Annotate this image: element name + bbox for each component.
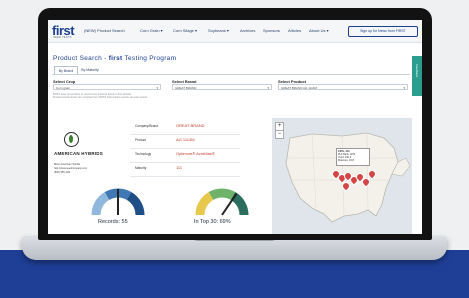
crop-select[interactable]: Corn grain ▾ (53, 84, 161, 90)
gauge-segment (91, 192, 110, 216)
gauge-segment (230, 192, 249, 216)
detail-value: GREAT BRAND (176, 123, 205, 128)
popup-moisture: Moisture: 19.8 (338, 159, 354, 162)
nav-corn-grain[interactable]: Corn Grain ▾ (140, 28, 163, 33)
gauge-segment (208, 188, 236, 201)
records-gauge (91, 188, 145, 216)
nav-archives[interactable]: Archives (240, 28, 255, 33)
zoom-out-button[interactable]: − (275, 130, 284, 139)
location-popup: Cliffs, OH Plot Rank: 9/22 Yield: 240.3 … (336, 148, 370, 166)
detail-row-brand: Company/Brand GREAT BRAND (130, 120, 240, 135)
crop-select-value: Corn grain (56, 86, 71, 90)
detail-row-product: Product AG 1114M (130, 134, 240, 149)
signup-button[interactable]: Sign up for News from FIRST (348, 26, 418, 37)
nav-soybeans[interactable]: Soybeans ▾ (208, 28, 229, 33)
tab-by-maturity[interactable]: By Maturity (78, 66, 102, 74)
page-title-prefix: Product Search - (53, 55, 109, 62)
brand-select-value: GREAT BRAND (175, 86, 197, 90)
nav-corn-silage[interactable]: Corn Silage ▾ (173, 28, 197, 33)
top-nav: first SEED TESTS (NEW) Product Search Co… (48, 20, 422, 43)
top30-label: In Top 30: 69% (194, 219, 231, 225)
chevron-down-icon: ▾ (156, 86, 158, 90)
trial-locations-map[interactable]: + − Cliffs, OH Plot Rank: 9/22 Yield: 24… (272, 118, 412, 234)
feedback-tab-label: Feedback (415, 64, 419, 78)
page-title: Product Search - first Testing Program (53, 55, 176, 62)
tabs-divider (52, 74, 410, 75)
records-label: Records: 55 (98, 219, 128, 225)
brand-contact-url[interactable]: http://www.seedcompany.com (54, 167, 87, 170)
product-select-value: GREAT BRAND AG 1114M (281, 86, 317, 90)
nav-about-us[interactable]: About Us ▾ (309, 28, 329, 33)
detail-key: Technology (135, 152, 152, 156)
product-select[interactable]: GREAT BRAND AG 1114M ▾ (278, 84, 408, 90)
detail-value: 111 (176, 165, 183, 170)
chevron-down-icon: ▾ (267, 86, 269, 90)
brand-select[interactable]: GREAT BRAND ▾ (172, 84, 272, 90)
leaf-icon (69, 135, 73, 143)
detail-row-maturity: Maturity 111 (130, 162, 240, 177)
chevron-down-icon: ▾ (403, 86, 405, 90)
gauge-segment (126, 192, 145, 216)
brand-contact-phone: (800) 555-1111 (54, 171, 71, 174)
detail-key: Company/Brand (135, 124, 159, 128)
detail-key: Product (135, 138, 146, 142)
detail-key: Maturity (135, 166, 147, 170)
laptop-screen: first SEED TESTS (NEW) Product Search Co… (48, 20, 422, 234)
nav-sponsors[interactable]: Sponsors (263, 28, 280, 33)
results-note: Product results shown are compiled from … (53, 96, 148, 99)
nav-articles[interactable]: Articles (288, 28, 301, 33)
brand-logo-icon (64, 132, 79, 147)
detail-value: Optimum® AcreMax® (176, 151, 215, 156)
top30-gauge (195, 188, 249, 216)
page-title-brand: first (108, 55, 123, 62)
nav-product-search[interactable]: (NEW) Product Search (84, 28, 125, 33)
detail-value: AG 1114M (176, 137, 195, 142)
gauge-segment (195, 192, 214, 216)
detail-row-technology: Technology Optimum® AcreMax® (130, 148, 240, 163)
brand-contact-name: Brian American Hybrids (54, 163, 81, 166)
site-logo-subtitle: SEED TESTS (53, 35, 72, 39)
feedback-tab[interactable]: Feedback (412, 56, 422, 96)
page-title-suffix: Testing Program (122, 55, 177, 62)
brand-name: AMERICAN HYBRIDS (54, 151, 103, 156)
